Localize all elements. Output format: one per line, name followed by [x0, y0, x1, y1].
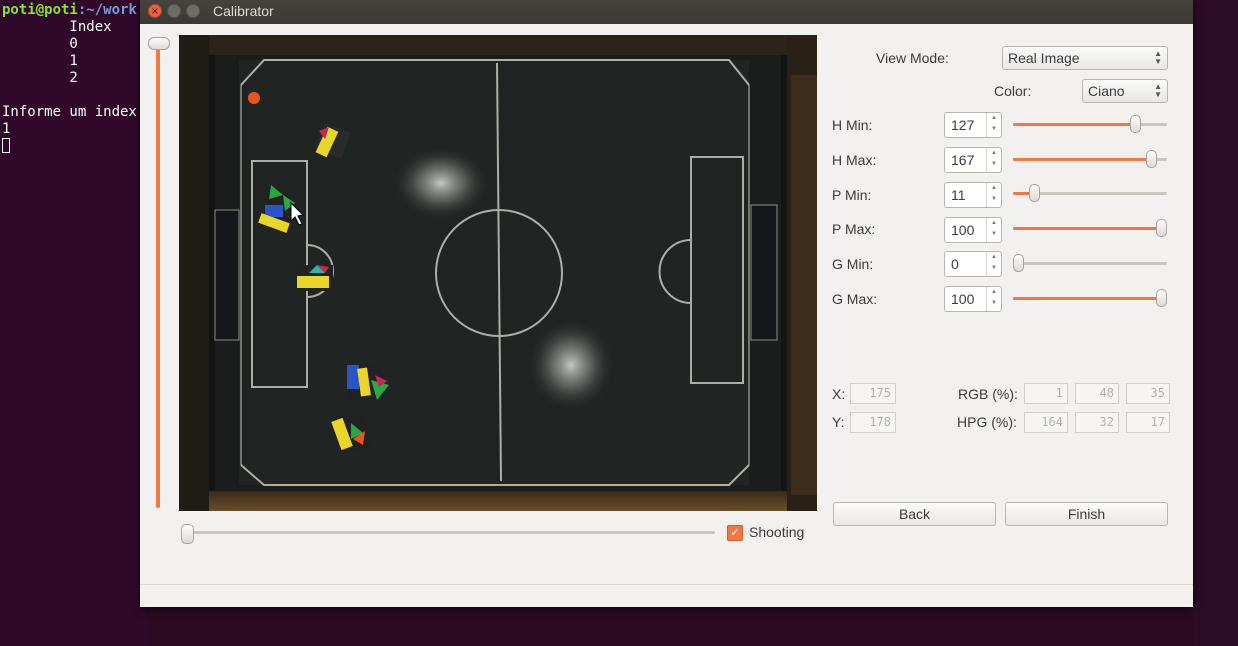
p-min-slider[interactable]	[1013, 184, 1167, 202]
p-max-spinbox[interactable]: 100 ▲ ▼	[944, 217, 1002, 243]
spin-arrows-icon[interactable]: ▲ ▼	[986, 218, 1001, 242]
h-max-label: H Max:	[832, 152, 877, 168]
soccer-field-image	[179, 35, 817, 511]
view-mode-label: View Mode:	[876, 50, 949, 66]
color-value: Ciano	[1088, 83, 1125, 99]
title-bar[interactable]: × Calibrator	[140, 0, 1193, 24]
h-max-value: 167	[951, 152, 975, 168]
chevron-updown-icon: ▲ ▼	[1154, 82, 1162, 99]
desktop-background	[1193, 0, 1238, 646]
close-button[interactable]: ×	[148, 4, 162, 18]
x-readout: 175	[850, 383, 896, 404]
p-min-label: P Min:	[832, 187, 872, 203]
terminal-line: 2	[2, 70, 78, 86]
p-max-slider-fill	[1013, 227, 1162, 230]
h-min-slider-handle[interactable]	[1130, 115, 1142, 133]
camera-image[interactable]	[179, 35, 817, 511]
maximize-button[interactable]	[186, 4, 200, 18]
p-max-label: P Max:	[832, 221, 876, 237]
g-min-spinbox[interactable]: 0 ▲ ▼	[944, 251, 1002, 277]
p-min-slider-handle[interactable]	[1028, 184, 1040, 202]
terminal-line: 1	[2, 53, 78, 69]
terminal-line: Informe um index	[2, 104, 137, 120]
spin-arrows-icon[interactable]: ▲ ▼	[986, 113, 1001, 137]
h-max-slider-fill	[1013, 158, 1152, 161]
h-max-spinbox[interactable]: 167 ▲ ▼	[944, 147, 1002, 173]
view-mode-value: Real Image	[1008, 50, 1080, 66]
g-max-spinbox[interactable]: 100 ▲ ▼	[944, 286, 1002, 312]
terminal-path: :~/work	[77, 2, 137, 18]
rgb-label: RGB (%):	[958, 386, 1018, 402]
p-min-spinbox[interactable]: 11 ▲ ▼	[944, 182, 1002, 208]
color-select[interactable]: Ciano ▲ ▼	[1082, 79, 1168, 103]
h-min-value: 127	[951, 117, 975, 133]
spin-arrows-icon[interactable]: ▲ ▼	[986, 252, 1001, 276]
terminal-prompt: poti@poti:~/work	[2, 2, 137, 19]
g-min-label: G Min:	[832, 256, 874, 272]
h-min-slider[interactable]	[1013, 115, 1167, 133]
view-mode-select[interactable]: Real Image ▲ ▼	[1002, 46, 1168, 70]
h-max-slider[interactable]	[1013, 150, 1167, 168]
h-max-slider-handle[interactable]	[1145, 150, 1157, 168]
g-max-slider[interactable]	[1013, 289, 1167, 307]
terminal-user-host: poti@poti	[2, 2, 78, 18]
p-max-slider-handle[interactable]	[1156, 219, 1167, 237]
status-bar	[140, 584, 1193, 585]
h-min-slider-fill	[1013, 123, 1136, 126]
y-readout: 178	[850, 412, 896, 433]
spin-arrows-icon[interactable]: ▲ ▼	[986, 148, 1001, 172]
g-min-value: 0	[951, 256, 959, 272]
chevron-updown-icon: ▲ ▼	[1154, 49, 1162, 66]
spin-arrows-icon[interactable]: ▲ ▼	[986, 287, 1001, 311]
hpg-p-readout: 32	[1075, 412, 1119, 433]
terminal-line: Index	[2, 19, 112, 35]
robot-3	[297, 265, 333, 291]
spin-arrows-icon[interactable]: ▲ ▼	[986, 183, 1001, 207]
p-max-slider[interactable]	[1013, 219, 1167, 237]
hpg-h-readout: 164	[1024, 412, 1068, 433]
video-slider-track[interactable]	[181, 531, 715, 534]
g-max-label: G Max:	[832, 291, 878, 307]
g-max-value: 100	[951, 291, 975, 307]
hpg-label: HPG (%):	[957, 414, 1017, 430]
rgb-r-readout: 1	[1024, 383, 1068, 404]
calibrator-window: × Calibrator ✓ Shooting View Mode: Real …	[140, 0, 1193, 607]
video-slider-handle[interactable]	[181, 524, 194, 544]
hpg-g-readout: 17	[1126, 412, 1170, 433]
zoom-slider-handle[interactable]	[148, 37, 170, 50]
g-min-slider-handle[interactable]	[1013, 254, 1024, 272]
window-title: Calibrator	[213, 3, 274, 19]
p-max-value: 100	[951, 222, 975, 238]
h-min-spinbox[interactable]: 127 ▲ ▼	[944, 112, 1002, 138]
minimize-button[interactable]	[167, 4, 181, 18]
zoom-slider-track[interactable]	[156, 44, 160, 508]
terminal-window: poti@poti:~/work Index 0 1 2 Informe um …	[0, 0, 146, 646]
y-label: Y:	[832, 414, 845, 430]
robot-4	[347, 365, 389, 400]
terminal-line: 1	[2, 121, 11, 137]
p-min-value: 11	[951, 187, 966, 203]
terminal-cursor	[2, 138, 10, 153]
g-min-slider[interactable]	[1013, 254, 1167, 272]
finish-button[interactable]: Finish	[1005, 502, 1168, 526]
back-button[interactable]: Back	[833, 502, 996, 526]
color-label: Color:	[994, 83, 1032, 99]
terminal-line: 0	[2, 36, 78, 52]
rgb-g-readout: 48	[1075, 383, 1119, 404]
g-max-slider-handle[interactable]	[1156, 289, 1167, 307]
shooting-checkbox[interactable]: ✓	[727, 525, 743, 541]
h-min-label: H Min:	[832, 117, 873, 133]
rgb-b-readout: 35	[1126, 383, 1170, 404]
g-max-slider-fill	[1013, 297, 1162, 300]
x-label: X:	[832, 386, 846, 402]
shooting-label: Shooting	[749, 524, 805, 540]
